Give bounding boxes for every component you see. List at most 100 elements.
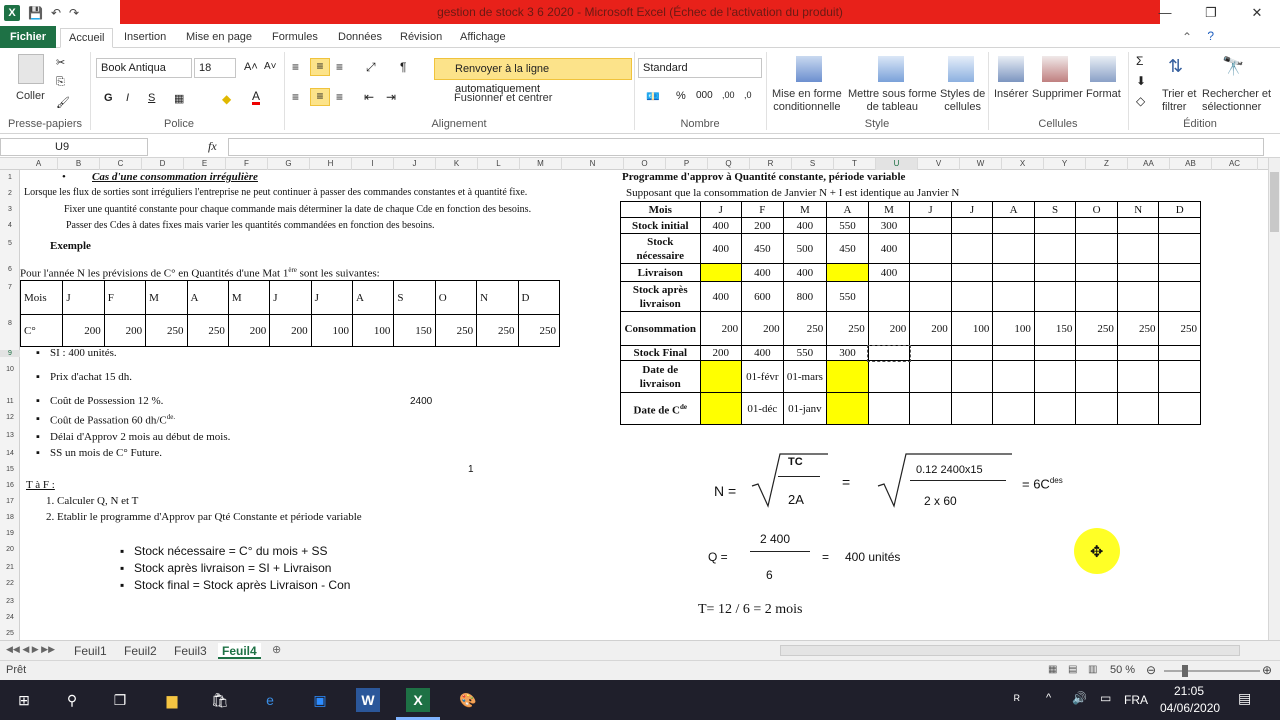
table-cell[interactable]: 250 xyxy=(476,314,519,347)
table-cell[interactable]: 01-janv xyxy=(782,392,828,425)
zoom-in-icon[interactable]: ⊕ xyxy=(1262,663,1272,677)
table-cell[interactable]: Date de livraison xyxy=(620,360,701,393)
table-cell[interactable] xyxy=(826,263,869,282)
search-icon[interactable]: ⚲ xyxy=(60,688,84,712)
table-cell[interactable]: 300 xyxy=(867,217,911,234)
table-cell[interactable] xyxy=(992,217,1035,234)
table-cell[interactable]: 400 xyxy=(867,263,911,282)
column-header[interactable]: W xyxy=(960,158,1002,170)
row-header[interactable]: 11 xyxy=(0,398,20,405)
table-cell[interactable] xyxy=(950,233,994,264)
cut-icon[interactable]: ✂ xyxy=(56,56,65,69)
table-cell[interactable]: M xyxy=(145,280,188,315)
table-cell[interactable] xyxy=(950,345,994,361)
table-cell[interactable]: Stock initial xyxy=(620,217,701,234)
copy-icon[interactable]: ⎘ xyxy=(56,76,65,89)
people-icon[interactable]: ᴿ xyxy=(1014,692,1020,707)
column-header[interactable]: P xyxy=(666,158,708,170)
horizontal-scrollbar[interactable] xyxy=(780,645,1240,656)
tab-affichage[interactable]: Affichage xyxy=(452,28,514,48)
table-cell[interactable]: 400 xyxy=(741,345,784,361)
table-cell[interactable] xyxy=(699,392,743,425)
table-cell[interactable] xyxy=(992,281,1035,312)
edge-icon[interactable]: e xyxy=(258,688,282,712)
table-cell[interactable]: J xyxy=(699,201,743,218)
find-select-icon[interactable]: 🔭 xyxy=(1222,56,1248,82)
sheet-nav-icon[interactable]: ◀◀ ◀ ▶ ▶▶ xyxy=(6,644,55,655)
table-cell[interactable]: M xyxy=(227,280,271,315)
table-cell[interactable] xyxy=(1158,217,1201,234)
column-header[interactable]: AC xyxy=(1212,158,1258,170)
column-header[interactable]: F xyxy=(226,158,268,170)
column-header[interactable]: M xyxy=(520,158,562,170)
sheet-tab[interactable]: Feuil1 xyxy=(70,643,111,659)
table-cell[interactable]: 200 xyxy=(103,314,147,347)
format-cells-icon[interactable] xyxy=(1090,56,1116,82)
cell-styles-icon[interactable] xyxy=(948,56,974,82)
table-cell[interactable]: 450 xyxy=(741,233,784,264)
table-cell[interactable] xyxy=(1158,263,1201,282)
conditional-format-icon[interactable] xyxy=(796,56,822,82)
clear-icon[interactable]: ◇ xyxy=(1136,94,1145,108)
table-cell[interactable] xyxy=(1158,360,1201,393)
autosum-icon[interactable]: Σ xyxy=(1136,54,1143,68)
table-cell[interactable]: 400 xyxy=(782,217,828,234)
worksheet[interactable]: • Cas d'une consommation irrégulière Lor… xyxy=(20,170,1268,640)
row-header[interactable]: 10 xyxy=(0,366,20,373)
column-header[interactable]: V xyxy=(918,158,960,170)
row-header[interactable]: 17 xyxy=(0,498,20,505)
paste-icon[interactable] xyxy=(18,54,44,84)
notification-icon[interactable]: ▤ xyxy=(1238,690,1251,707)
table-cell[interactable] xyxy=(1158,345,1201,361)
table-cell[interactable] xyxy=(909,217,952,234)
table-cell[interactable]: 550 xyxy=(782,345,828,361)
row-header[interactable]: 3 xyxy=(0,206,20,213)
sort-filter-icon[interactable]: ⇅ xyxy=(1168,56,1194,82)
column-header[interactable]: N xyxy=(562,158,624,170)
zoom-thumb[interactable] xyxy=(1182,665,1188,677)
grow-font-icon[interactable]: A˄ xyxy=(244,61,258,73)
increase-indent-icon[interactable]: ⇥ xyxy=(386,90,396,104)
help-icon[interactable]: ? xyxy=(1207,29,1214,43)
table-cell[interactable] xyxy=(867,281,911,312)
table-cell[interactable] xyxy=(1033,345,1077,361)
row-header[interactable]: 9 xyxy=(0,350,20,357)
row-header[interactable]: 13 xyxy=(0,432,20,439)
decrease-decimal-icon[interactable]: ,0 xyxy=(744,90,752,100)
task-view-icon[interactable]: ❐ xyxy=(108,688,132,712)
align-middle-icon[interactable]: ≡ xyxy=(310,58,330,76)
table-cell[interactable]: Livraison xyxy=(620,263,701,282)
table-cell[interactable]: A xyxy=(186,280,229,315)
increase-decimal-icon[interactable]: ,00 xyxy=(722,90,735,100)
table-cell[interactable] xyxy=(1075,217,1118,234)
table-cell[interactable]: A xyxy=(826,201,869,218)
font-size-combo[interactable]: 18 xyxy=(194,58,236,78)
insert-cells-icon[interactable] xyxy=(998,56,1024,82)
table-cell[interactable] xyxy=(1116,345,1160,361)
underline-icon[interactable]: S xyxy=(148,92,155,104)
table-cell[interactable]: 100 xyxy=(992,311,1035,346)
restore-button[interactable]: ❐ xyxy=(1188,0,1234,26)
clock-date[interactable]: 04/06/2020 xyxy=(1160,701,1220,715)
table-cell[interactable]: 250 xyxy=(186,314,229,347)
table-cell[interactable]: Consommation xyxy=(620,311,701,346)
table-cell[interactable] xyxy=(909,360,952,393)
table-cell[interactable]: 150 xyxy=(393,314,436,347)
table-cell[interactable]: 01-déc xyxy=(741,392,784,425)
find-select-button[interactable]: Rechercher et sélectionner xyxy=(1202,88,1271,114)
table-cell[interactable] xyxy=(909,233,952,264)
table-cell[interactable]: 200 xyxy=(909,311,952,346)
sheet-tab[interactable]: Feuil3 xyxy=(170,643,211,659)
table-cell[interactable]: S xyxy=(393,280,436,315)
view-layout-icon[interactable]: ▤ xyxy=(1068,664,1077,675)
font-color-icon[interactable]: A xyxy=(252,90,261,105)
row-header[interactable]: 21 xyxy=(0,564,20,571)
word-icon[interactable]: W xyxy=(356,688,380,712)
row-header[interactable]: 25 xyxy=(0,630,20,637)
sheet-tab[interactable]: Feuil4 xyxy=(218,643,261,659)
redo-icon[interactable]: ↷ xyxy=(69,6,79,20)
rtl-icon[interactable]: ¶ xyxy=(400,60,406,74)
table-cell[interactable] xyxy=(950,281,994,312)
table-cell[interactable] xyxy=(1075,263,1118,282)
row-header[interactable]: 7 xyxy=(0,284,20,291)
